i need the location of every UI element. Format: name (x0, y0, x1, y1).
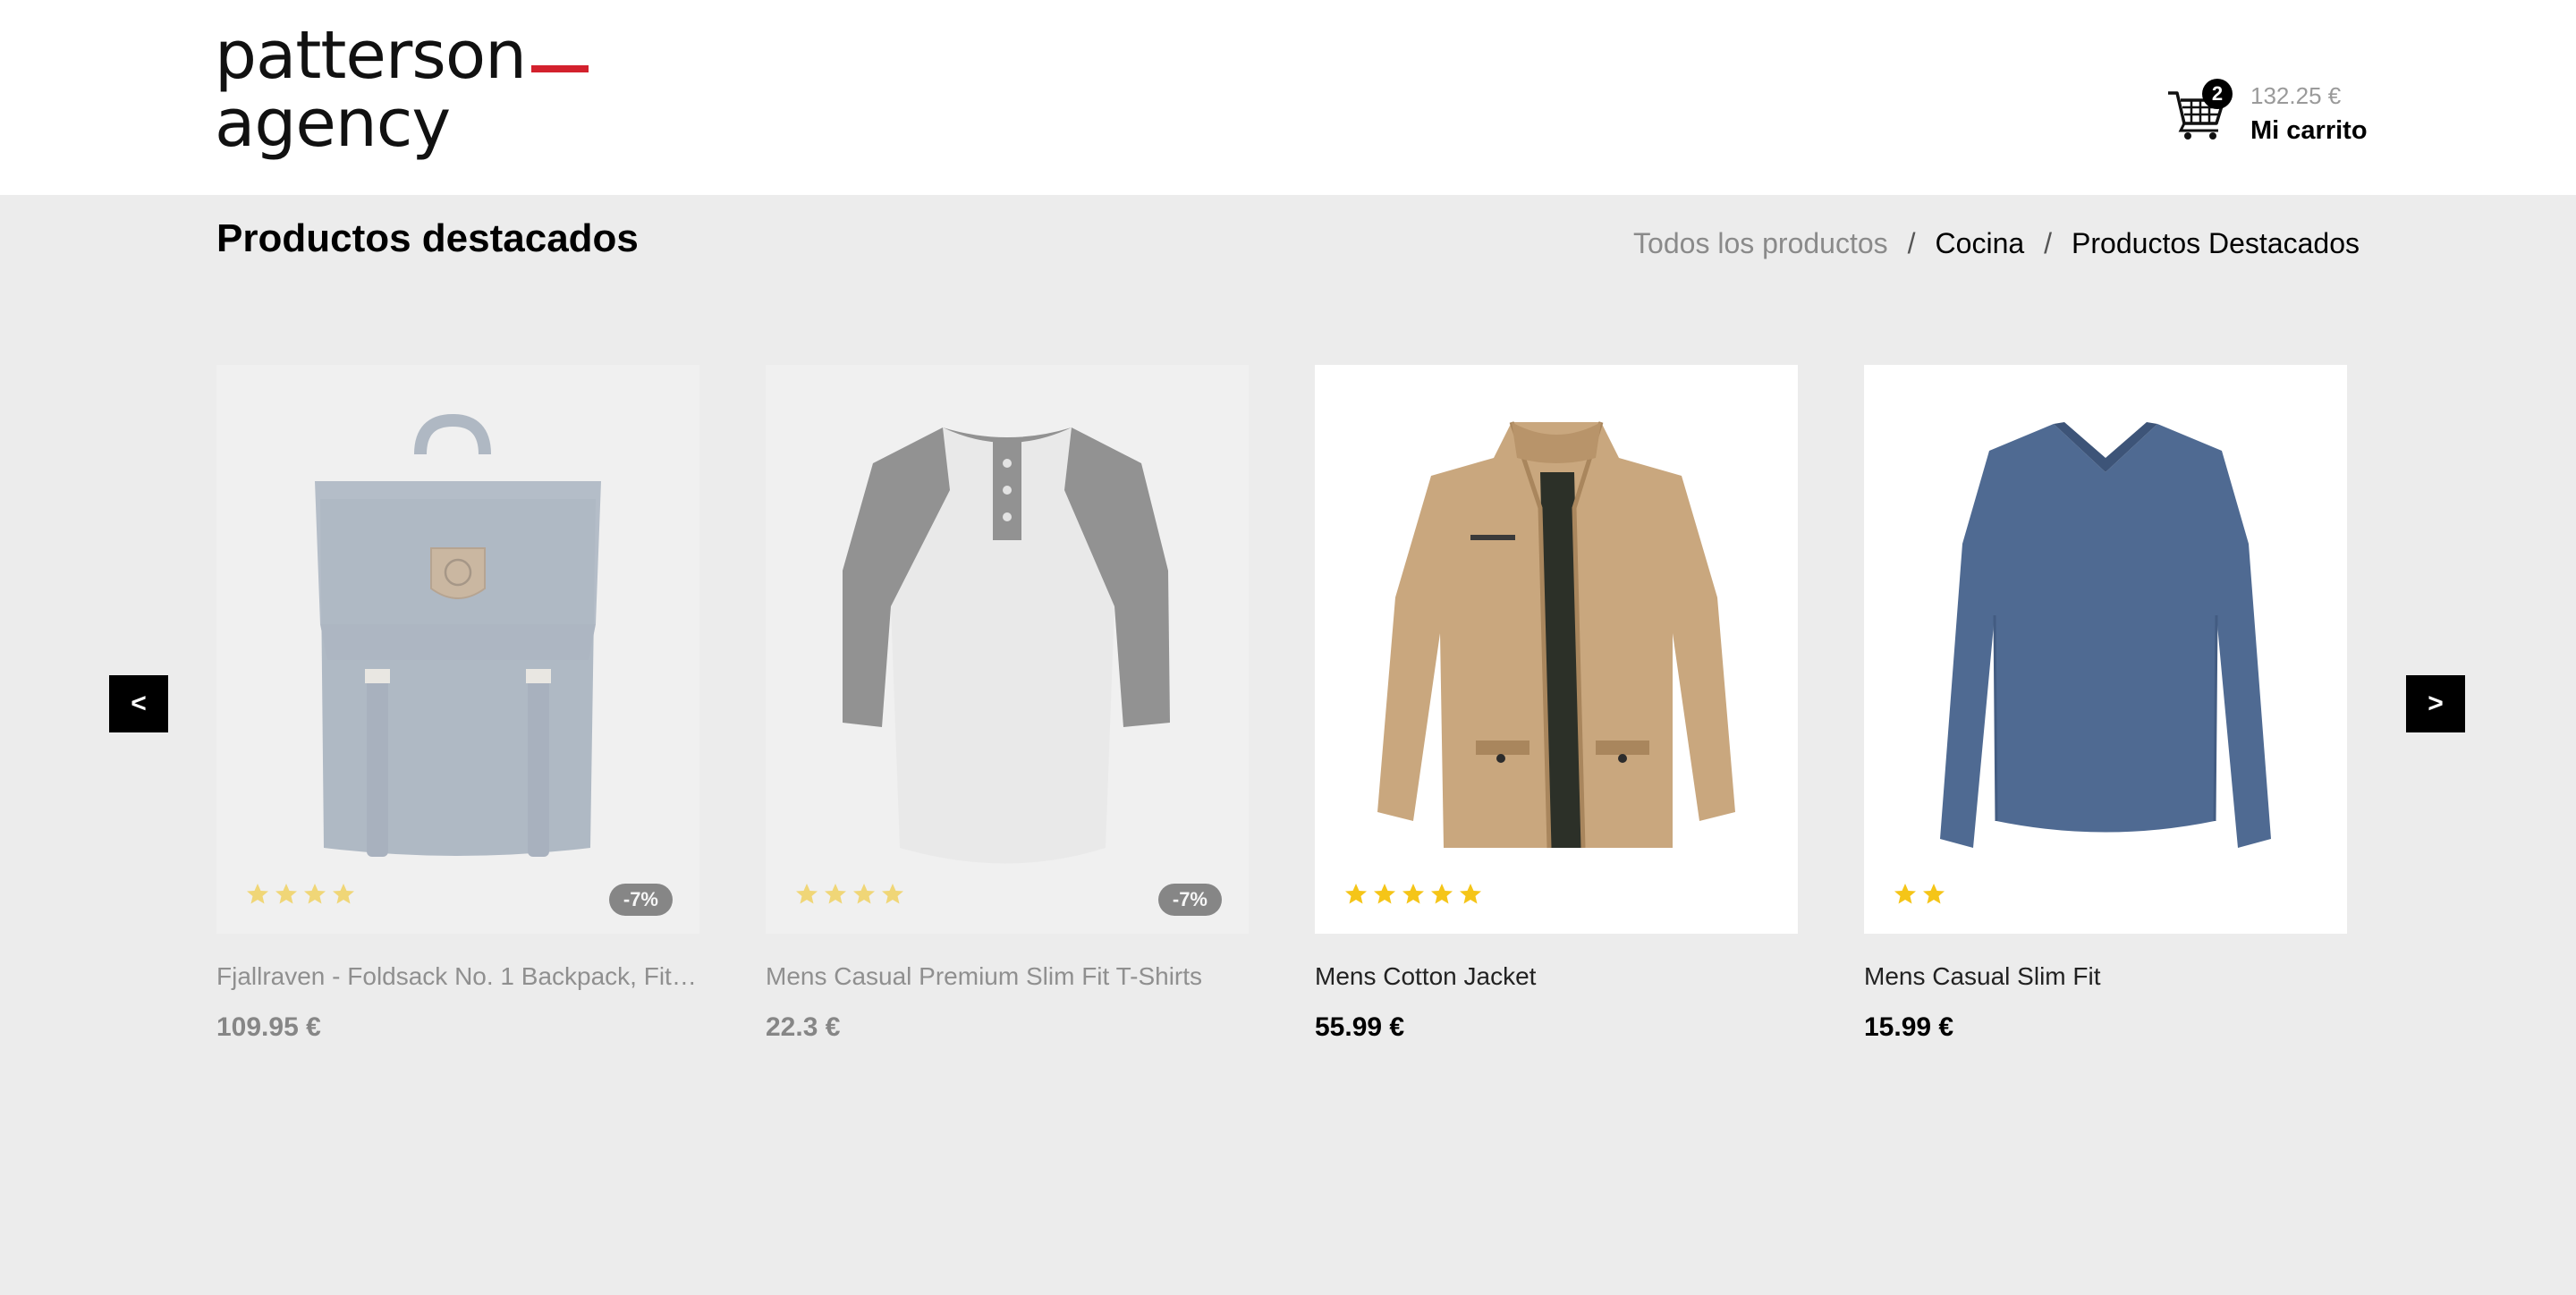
backpack-image (315, 413, 601, 857)
star-icon (1894, 884, 1916, 904)
product-price: 109.95 € (216, 1012, 321, 1042)
product-name[interactable]: Fjallraven - Foldsack No. 1 Backpack, Fi… (216, 962, 699, 991)
product-name[interactable]: Mens Cotton Jacket (1315, 962, 1798, 991)
star-icon (853, 884, 875, 904)
star-icon (796, 884, 818, 904)
rating-stars (794, 882, 905, 907)
star-icon (304, 884, 326, 904)
product-image-frame[interactable]: -7% (216, 365, 699, 934)
product-card[interactable]: Mens Casual Slim Fit 15.99 € (1864, 365, 2347, 1045)
breadcrumb-separator: / (2044, 227, 2053, 259)
star-icon (1374, 884, 1395, 904)
cart-total: 132.25 € (2250, 82, 2342, 109)
star-icon (1345, 884, 1367, 904)
breadcrumb-item-kitchen[interactable]: Cocina (1936, 227, 2025, 260)
carousel-next-button[interactable]: > (2406, 675, 2465, 732)
star-icon (825, 884, 846, 904)
product-card[interactable]: -7% Mens Casual Premium Slim Fit T-Shirt… (766, 365, 1249, 1045)
breadcrumb: Todos los productos / Cocina / Productos… (1633, 227, 2360, 260)
rating-stars (1893, 882, 1946, 907)
product-image-frame[interactable] (1315, 365, 1798, 934)
product-price: 15.99 € (1864, 1012, 1954, 1042)
site-header: patterson agency 2 132.25 € Mi carrito (0, 0, 2576, 195)
product-image-frame[interactable] (1864, 365, 2347, 934)
star-icon (333, 884, 354, 904)
raglan-tshirt-image (843, 427, 1170, 864)
carousel-prev-button[interactable]: < (109, 675, 168, 732)
product-name[interactable]: Mens Casual Slim Fit (1864, 962, 2347, 991)
product-card[interactable]: -7% Fjallraven - Foldsack No. 1 Backpack… (216, 365, 699, 1045)
star-icon (275, 884, 297, 904)
breadcrumb-item-all-products[interactable]: Todos los productos (1633, 227, 1888, 260)
product-price: 22.3 € (766, 1012, 841, 1042)
rating-stars (245, 882, 356, 907)
product-card[interactable]: Mens Cotton Jacket 55.99 € (1315, 365, 1798, 1045)
breadcrumb-item-featured[interactable]: Productos Destacados (2072, 227, 2360, 260)
rating-stars (1343, 882, 1483, 907)
cart-widget[interactable]: 2 132.25 € Mi carrito (2166, 77, 2368, 157)
discount-badge: -7% (608, 884, 673, 916)
discount-badge: -7% (1157, 884, 1222, 916)
cart-count-badge: 2 (2202, 79, 2233, 109)
breadcrumb-separator: / (1907, 227, 1916, 259)
logo-text-line2: agency (215, 85, 451, 162)
star-icon (1402, 884, 1424, 904)
product-name[interactable]: Mens Casual Premium Slim Fit T-Shirts (766, 962, 1249, 991)
star-icon (882, 884, 903, 904)
page-title: Productos destacados (216, 216, 639, 260)
logo-red-dash (531, 65, 589, 72)
cotton-jacket-image (1377, 421, 1735, 849)
product-price: 55.99 € (1315, 1012, 1405, 1042)
logo-text-line1: patterson (215, 17, 527, 94)
star-icon (247, 884, 268, 904)
product-image-frame[interactable]: -7% (766, 365, 1249, 934)
star-icon (1431, 884, 1453, 904)
logo[interactable]: patterson agency (215, 21, 589, 157)
star-icon (1923, 884, 1945, 904)
cart-label[interactable]: Mi carrito (2250, 116, 2368, 146)
longsleeve-shirt-image (1940, 422, 2271, 848)
star-icon (1460, 884, 1481, 904)
